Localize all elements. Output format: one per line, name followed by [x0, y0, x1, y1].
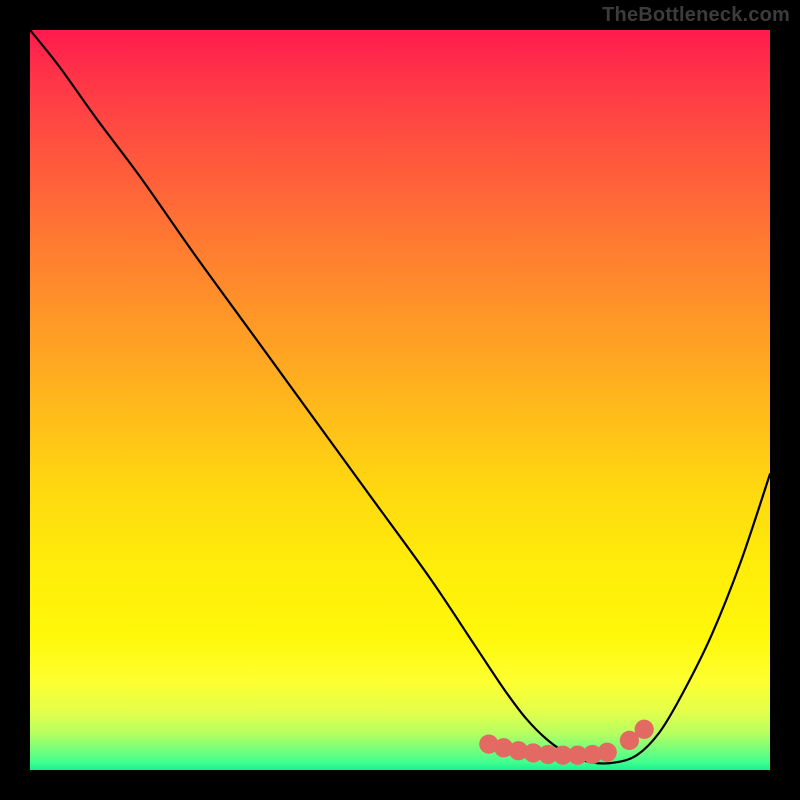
- highlight-dot: [538, 745, 557, 764]
- highlight-dot: [583, 745, 602, 764]
- watermark-text: TheBottleneck.com: [602, 4, 790, 27]
- highlight-dot: [509, 741, 528, 760]
- bottleneck-curve-line: [30, 30, 770, 764]
- highlight-dots-group: [479, 720, 654, 765]
- chart-svg: [30, 30, 770, 770]
- highlight-dot: [553, 746, 572, 765]
- highlight-dot: [598, 743, 617, 762]
- highlight-dot: [568, 746, 587, 765]
- highlight-dot: [479, 734, 498, 753]
- highlight-dot: [620, 731, 639, 750]
- chart-plot-area: [30, 30, 770, 770]
- highlight-dot: [524, 743, 543, 762]
- highlight-dot: [494, 738, 513, 757]
- highlight-dot: [635, 720, 654, 739]
